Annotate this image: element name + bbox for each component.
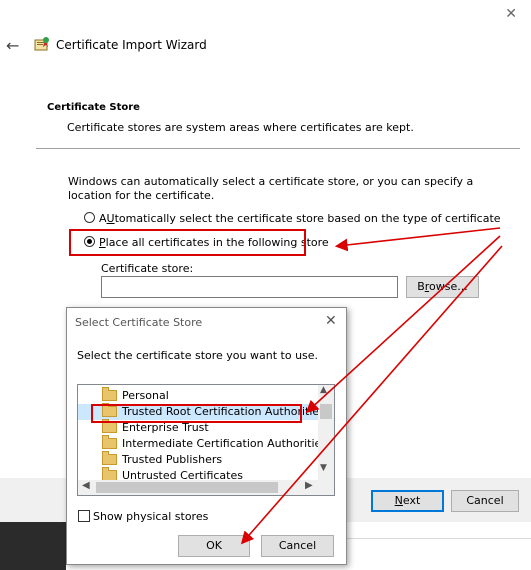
next-text: ext <box>402 494 421 507</box>
background-window-area <box>347 522 531 570</box>
dialog-cancel-button[interactable]: Cancel <box>261 535 334 557</box>
tree-item-label: Trusted Publishers <box>122 453 223 466</box>
dialog-title: Select Certificate Store <box>75 316 203 329</box>
section-description: Certificate stores are system areas wher… <box>67 121 414 134</box>
browse-prefix: B <box>417 280 425 293</box>
tree-horizontal-scroll-thumb[interactable] <box>96 482 278 493</box>
tree-item-label: Intermediate Certification Authorities <box>122 437 318 450</box>
folder-icon <box>102 435 117 449</box>
dialog-close-icon[interactable]: ✕ <box>325 313 337 329</box>
folder-icon <box>102 451 117 465</box>
scroll-down-icon[interactable]: ▼ <box>320 463 327 473</box>
folder-icon <box>102 387 117 401</box>
back-arrow-icon[interactable]: ← <box>6 36 19 55</box>
folder-icon <box>102 467 117 480</box>
browse-text: owse... <box>429 280 468 293</box>
section-divider <box>36 148 520 149</box>
auto-select-label[interactable]: AUtomatically select the certificate sto… <box>99 212 501 225</box>
highlight-box-place-option <box>69 229 306 256</box>
background-taskbar-area <box>0 522 66 570</box>
window-title: Certificate Import Wizard <box>56 38 207 52</box>
auto-select-radio[interactable] <box>84 212 95 223</box>
browse-button[interactable]: Browse... <box>406 276 479 298</box>
dialog-ok-button[interactable]: OK <box>178 535 250 557</box>
tree-item-label: Untrusted Certificates <box>122 469 243 480</box>
tree-item-trusted-publishers[interactable]: Trusted Publishers <box>78 451 318 468</box>
wizard-cancel-button[interactable]: Cancel <box>451 490 519 512</box>
section-title: Certificate Store <box>47 102 140 113</box>
scrollbar-corner <box>318 480 334 495</box>
certificate-store-input[interactable] <box>101 276 398 298</box>
tree-item-intermediate[interactable]: Intermediate Certification Authorities <box>78 435 318 452</box>
tree-item-label: Personal <box>122 389 169 402</box>
next-button[interactable]: Next <box>371 490 444 512</box>
show-physical-stores-label[interactable]: Show physical stores <box>93 510 208 523</box>
scroll-left-icon[interactable]: ◀ <box>82 480 90 491</box>
certificate-store-label: Certificate store: <box>101 262 194 275</box>
close-icon[interactable]: ✕ <box>505 6 517 22</box>
store-tree-list: Personal Trusted Root Certification Auth… <box>78 385 318 480</box>
auto-select-text: tomatically select the certificate store… <box>114 212 501 225</box>
background-divider <box>347 538 531 539</box>
auto-select-prefix: A <box>99 212 107 225</box>
tree-vertical-scroll-thumb[interactable] <box>320 404 332 419</box>
auto-select-hotkey: U <box>106 212 115 225</box>
scroll-up-icon[interactable]: ▲ <box>320 385 327 395</box>
tree-item-personal[interactable]: Personal <box>78 387 318 404</box>
scroll-right-icon[interactable]: ▶ <box>305 480 313 491</box>
dialog-prompt: Select the certificate store you want to… <box>77 349 319 362</box>
tree-item-untrusted[interactable]: Untrusted Certificates <box>78 467 318 480</box>
highlight-box-trusted-root <box>91 404 302 423</box>
next-hotkey: N <box>394 494 403 507</box>
folder-icon <box>102 419 117 433</box>
show-physical-stores-checkbox[interactable] <box>78 510 90 522</box>
certificate-wizard-icon <box>34 37 49 51</box>
intro-text: Windows can automatically select a certi… <box>68 175 474 202</box>
